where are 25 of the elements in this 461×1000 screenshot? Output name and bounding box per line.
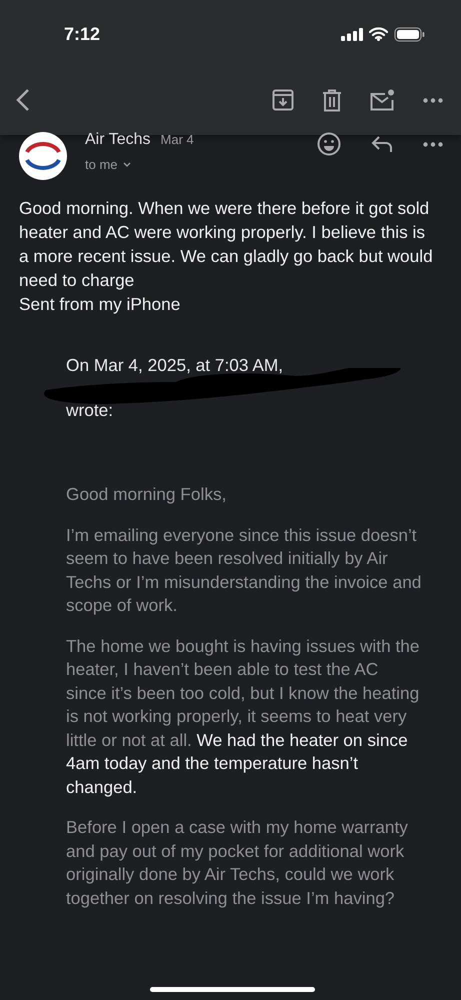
reply-button[interactable] [371, 135, 393, 153]
message-text: Good morning. When we were there before it got sold heater and AC were working properly. I believe this is a more recent issue. We can gladly go back but would need to charge [19, 197, 434, 292]
quoted-paragraph: Good morning Folks, [66, 483, 228, 506]
archive-button[interactable] [272, 89, 294, 111]
emoji-button[interactable] [317, 132, 341, 156]
signal-icon [341, 28, 363, 40]
mark-unread-button[interactable] [370, 89, 395, 111]
wifi-icon [369, 27, 388, 41]
quote-header: On Mar 4, 2025, at 7:03 AM, [66, 354, 284, 376]
quoted-paragraph: I’m emailing everyone since this issue doesn’t seem to have been resolved initially by Air Techs or I’m misunderstanding the invoice and scope of work. [66, 524, 422, 617]
quote-wrote: wrote: [66, 399, 114, 421]
recipient-toggle[interactable]: to me [85, 157, 131, 172]
delete-button[interactable] [322, 88, 342, 112]
back-button[interactable] [16, 88, 30, 112]
more-button[interactable] [423, 98, 443, 102]
quoted-paragraph: Before I open a case with my home warranty and pay out of my pocket for additional work originally done by Air Techs, could we work together on resolving the issue I’m having? [66, 816, 409, 910]
sender-name: Air Techs [85, 131, 151, 149]
quoted-paragraph: The home we bought is having issues with the heater, I haven’t been able to test the AC since it’s been too cold, but I know the heating is not working properly, it seems to heat very little or not at all. We had the heater on since 4am today and the temperature hasn’t changed. [66, 634, 421, 799]
status-time: 7:12 [64, 24, 100, 44]
battery-icon [394, 26, 425, 42]
chevron-icon [122, 162, 131, 167]
avatar [19, 132, 67, 180]
more-button[interactable] [423, 142, 443, 146]
message-date: Mar 4 [160, 132, 194, 147]
message-text: Sent from my iPhone [19, 293, 182, 316]
